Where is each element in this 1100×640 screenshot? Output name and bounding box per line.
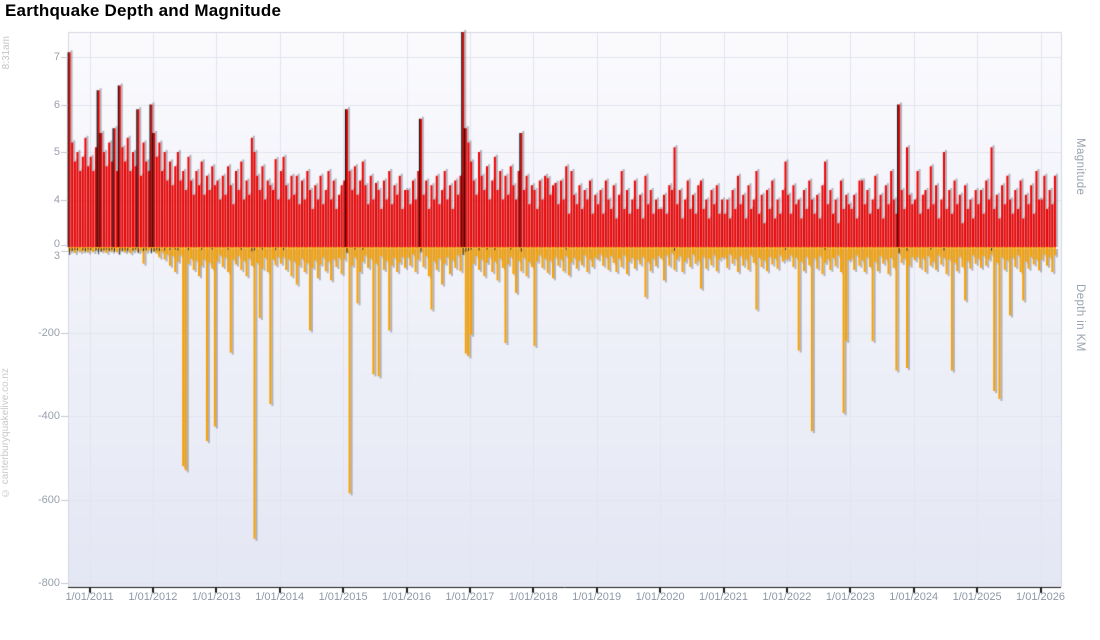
depth-axis-title: Depth in KM	[1074, 284, 1086, 352]
x-axis-tick-label: 1/01/2016	[375, 591, 439, 603]
x-axis-tick-label: 1/01/2026	[1009, 591, 1073, 603]
magnitude-axis-title: Magnitude	[1074, 138, 1086, 195]
x-axis-tick-label: 1/01/2022	[755, 591, 819, 603]
timestamp-watermark: 8:31am	[1, 36, 12, 69]
x-axis-tick-label: 1/01/2021	[692, 591, 756, 603]
x-axis-tick-label: 1/01/2015	[311, 591, 375, 603]
magnitude-tick-label: 4	[18, 194, 60, 206]
depth-tick-label: -200	[18, 327, 60, 339]
x-axis-tick-label: 1/01/2018	[501, 591, 565, 603]
site-copyright-watermark: © canterburyquakelive.co.nz	[0, 368, 11, 498]
x-axis-tick-label: 1/01/2024	[882, 591, 946, 603]
magnitude-tick-label: 6	[18, 99, 60, 111]
magnitude-tick-label: 3	[18, 250, 60, 262]
depth-tick-label: 0	[18, 238, 60, 250]
chart-canvas[interactable]	[0, 0, 1100, 640]
x-axis-tick-label: 1/01/2011	[58, 591, 122, 603]
magnitude-tick-label: 7	[18, 51, 60, 63]
earthquake-depth-magnitude-chart: Earthquake Depth and Magnitude 8:31am © …	[0, 0, 1100, 640]
x-axis-tick-label: 1/01/2017	[438, 591, 502, 603]
x-axis-tick-label: 1/01/2013	[184, 591, 248, 603]
chart-title: Earthquake Depth and Magnitude	[5, 1, 281, 21]
x-axis-tick-label: 1/01/2020	[628, 591, 692, 603]
depth-tick-label: -600	[18, 494, 60, 506]
depth-tick-label: -400	[18, 410, 60, 422]
x-axis-tick-label: 1/01/2019	[565, 591, 629, 603]
x-axis-tick-label: 1/01/2023	[818, 591, 882, 603]
magnitude-tick-label: 5	[18, 146, 60, 158]
x-axis-tick-label: 1/01/2014	[248, 591, 312, 603]
x-axis-tick-label: 1/01/2012	[121, 591, 185, 603]
x-axis-tick-label: 1/01/2025	[945, 591, 1009, 603]
depth-tick-label: -800	[18, 577, 60, 589]
